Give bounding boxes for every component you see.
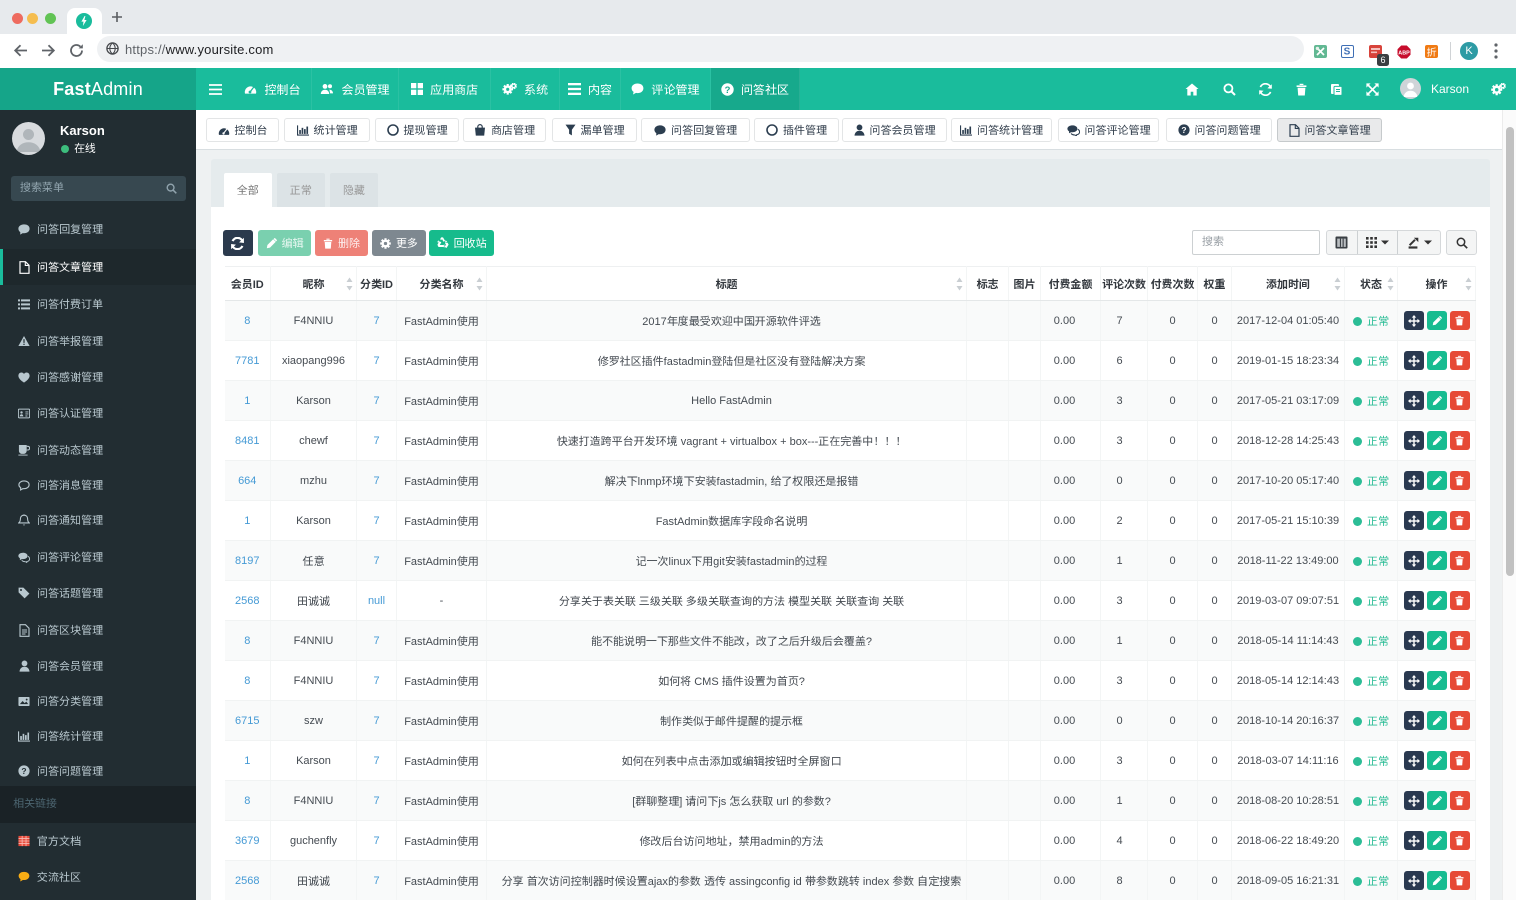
svg-text:ABP: ABP — [1398, 51, 1410, 57]
svg-text:?: ? — [1181, 125, 1186, 135]
svg-text:?: ? — [725, 84, 731, 95]
svg-text:?: ? — [21, 766, 26, 776]
svg-text:S: S — [1344, 47, 1351, 56]
